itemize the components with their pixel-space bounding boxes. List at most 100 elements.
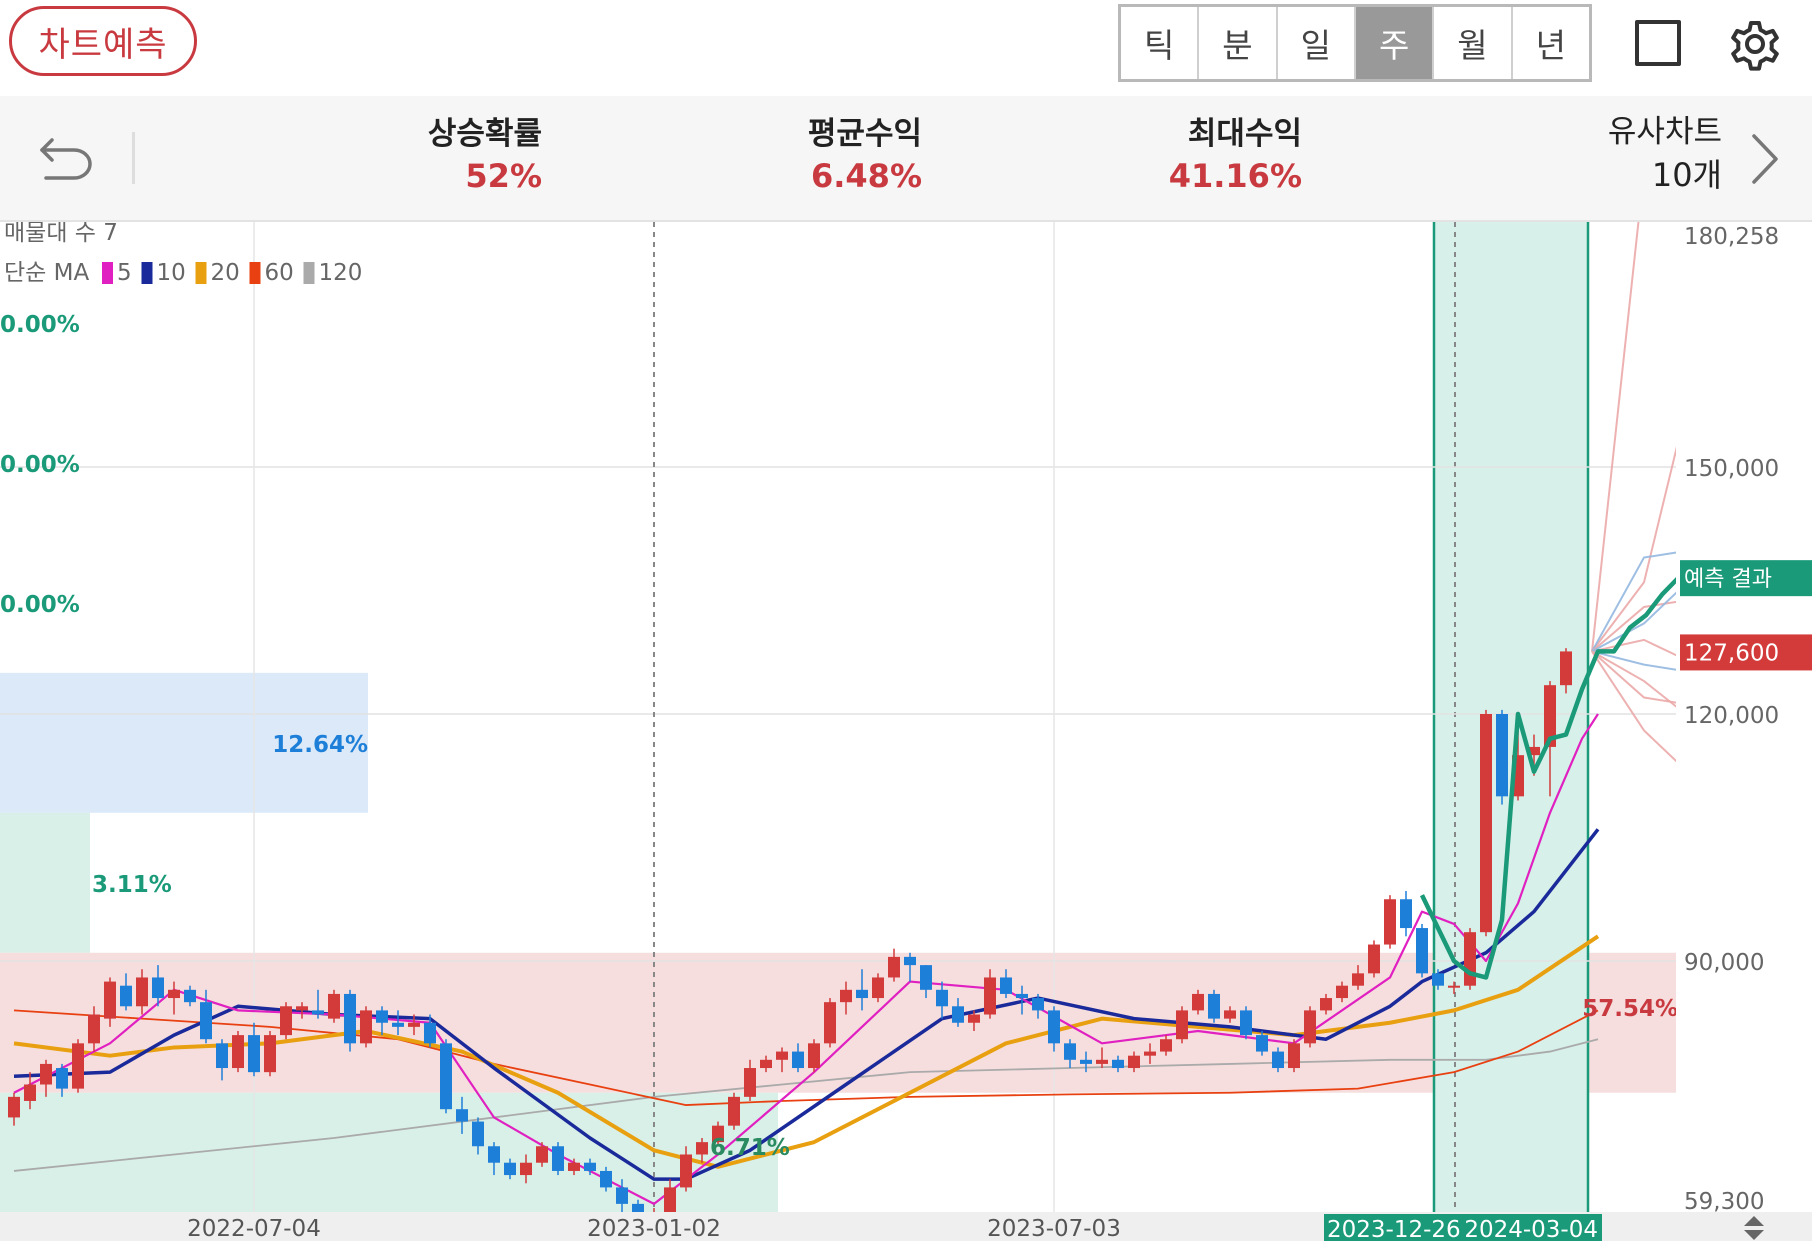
- candle: [1032, 998, 1044, 1011]
- candle: [136, 977, 148, 1007]
- candle: [904, 956, 916, 966]
- date-axis-tick: 2023-01-02: [587, 1216, 721, 1241]
- candle: [968, 1014, 980, 1023]
- ma-legend-label: 5: [117, 260, 132, 286]
- tab-minute[interactable]: 분: [1199, 7, 1278, 79]
- candle: [792, 1051, 804, 1069]
- candle: [1128, 1055, 1140, 1069]
- ma-legend-swatch: [141, 262, 153, 284]
- prediction-result-label: 예측 결과: [1684, 567, 1772, 592]
- candle: [600, 1170, 612, 1188]
- candle: [1016, 993, 1028, 999]
- candle: [248, 1035, 260, 1073]
- stat-value: 41.16%: [1168, 157, 1302, 195]
- price-axis-tick: 180,258: [1684, 224, 1779, 250]
- stat-value: 6.48%: [810, 157, 922, 195]
- top-bar: 차트예측 틱 분 일 주 월 년: [0, 0, 1812, 94]
- candle: [824, 1002, 836, 1044]
- date-axis-tick: 2022-07-04: [187, 1216, 321, 1241]
- candle: [808, 1043, 820, 1069]
- chart-predict-button[interactable]: 차트예측: [9, 6, 197, 76]
- candle: [776, 1051, 788, 1060]
- candle: [1240, 1010, 1252, 1036]
- candle: [1448, 985, 1460, 988]
- candle: [1416, 928, 1428, 974]
- candle: [120, 985, 132, 1007]
- candle: [984, 977, 996, 1015]
- volume-zone-label: 3.11%: [92, 872, 172, 898]
- similar-charts-label: 유사차트: [1607, 114, 1722, 150]
- price-axis-tick: 59,300: [1684, 1189, 1764, 1215]
- volume-zone: [0, 812, 90, 953]
- candle: [1224, 1010, 1236, 1019]
- candle: [24, 1084, 36, 1101]
- candle: [1304, 1010, 1316, 1044]
- candle: [760, 1059, 772, 1069]
- price-chart[interactable]: 0.00% 0.00% 0.00% 12.64% 3.11% 57.54% 6.71% 매물대…: [0, 222, 1812, 1241]
- square-icon[interactable]: [1635, 20, 1681, 66]
- stat-average-return: 평균수익 6.48%: [780, 114, 922, 198]
- candle: [472, 1121, 484, 1147]
- stat-label: 상승확률: [427, 116, 542, 152]
- tab-year[interactable]: 년: [1513, 7, 1589, 79]
- candle: [1272, 1051, 1284, 1069]
- undo-icon[interactable]: [38, 128, 96, 182]
- candle: [1336, 985, 1348, 999]
- candle: [392, 1022, 404, 1027]
- candle: [744, 1068, 756, 1097]
- candle: [408, 1022, 420, 1027]
- candle: [440, 1043, 452, 1110]
- stats-divider: [132, 132, 135, 184]
- candle: [1496, 714, 1508, 797]
- gear-icon[interactable]: [1725, 14, 1785, 74]
- candle: [184, 989, 196, 1003]
- candle: [360, 1010, 372, 1044]
- tab-month[interactable]: 월: [1434, 7, 1513, 79]
- volume-zone-label: 0.00%: [0, 452, 80, 478]
- candle: [456, 1109, 468, 1122]
- candle: [840, 989, 852, 1003]
- candle: [1208, 993, 1220, 1019]
- candle: [1400, 899, 1412, 929]
- candle: [1080, 1059, 1092, 1064]
- stat-rise-probability: 상승확률 52%: [400, 114, 542, 198]
- tab-day[interactable]: 일: [1278, 7, 1356, 79]
- ma-legend-label: 60: [265, 260, 294, 286]
- candle: [88, 1014, 100, 1044]
- candle: [264, 1035, 276, 1073]
- candle: [344, 993, 356, 1044]
- ma-legend-label: 10: [157, 260, 186, 286]
- tab-week[interactable]: 주: [1355, 7, 1435, 79]
- candle: [72, 1043, 84, 1089]
- candle: [1144, 1051, 1156, 1056]
- ma-legend-swatch: [102, 262, 113, 284]
- ma-legend-swatch: [195, 262, 207, 284]
- candle: [488, 1146, 500, 1163]
- candle: [728, 1096, 740, 1126]
- volume-zone-label: 6.71%: [710, 1135, 790, 1161]
- candle: [1176, 1010, 1188, 1040]
- candle: [872, 977, 884, 999]
- highlight-range-band: [1434, 222, 1588, 1212]
- candle: [1352, 973, 1364, 986]
- ma-legend-swatch: [249, 262, 261, 284]
- candle: [152, 977, 164, 999]
- candle: [8, 1096, 20, 1118]
- candle: [856, 989, 868, 999]
- candle: [1464, 932, 1476, 986]
- candle: [376, 1010, 388, 1023]
- tab-tick[interactable]: 틱: [1121, 7, 1200, 79]
- similar-charts-link[interactable]: 유사차트 10개: [1608, 112, 1722, 198]
- chevron-right-icon[interactable]: [1750, 132, 1780, 186]
- candle: [1288, 1043, 1300, 1069]
- stat-value: 52%: [465, 157, 542, 195]
- candle: [1192, 993, 1204, 1011]
- candle: [1368, 944, 1380, 974]
- volume-zone-label: 0.00%: [0, 592, 80, 618]
- ma-legend-label: 120: [319, 260, 363, 286]
- stat-max-return: 최대수익 41.16%: [1160, 114, 1302, 198]
- candle: [920, 965, 932, 990]
- candle: [296, 1006, 308, 1011]
- candle: [1480, 714, 1492, 933]
- price-axis-tick: 120,000: [1684, 703, 1779, 729]
